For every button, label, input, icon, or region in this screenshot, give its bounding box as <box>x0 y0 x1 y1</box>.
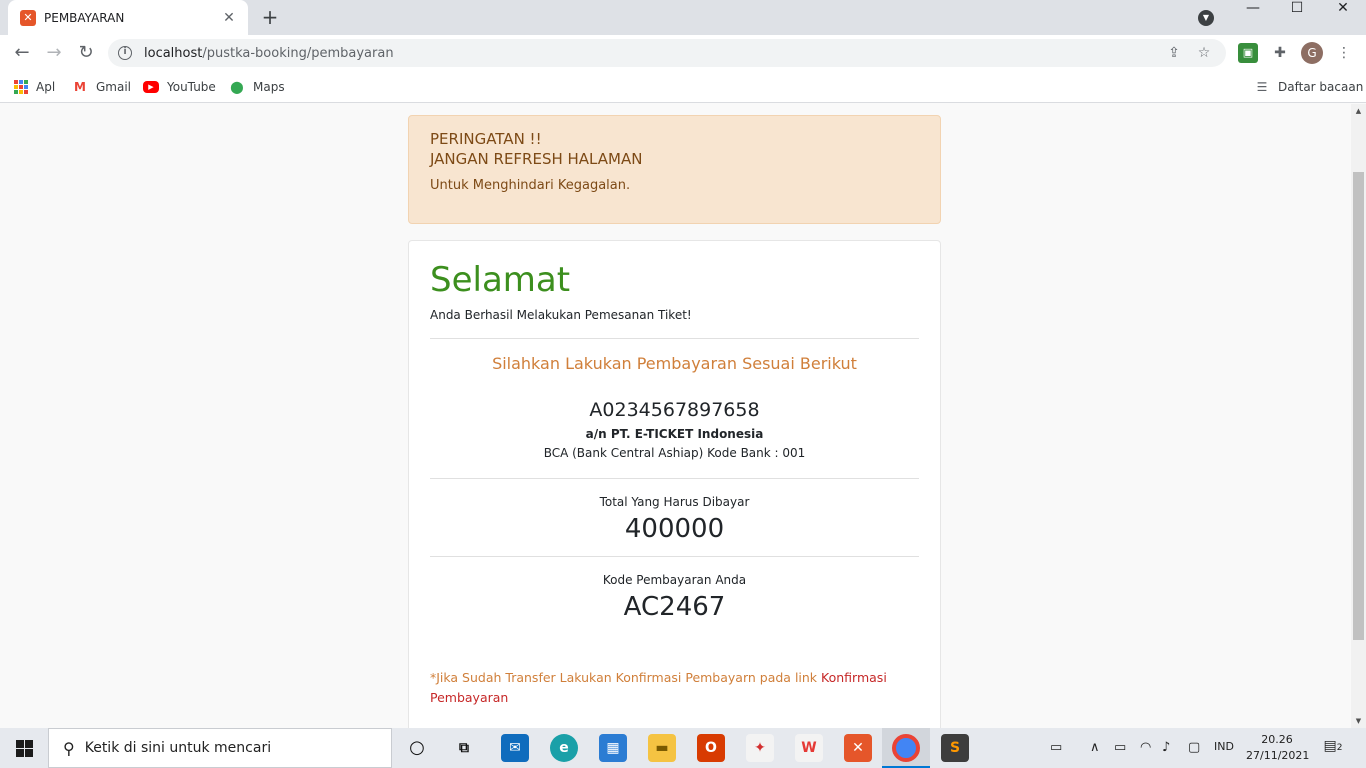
menu-kebab-icon[interactable]: ⋮ <box>1334 43 1354 63</box>
apps-grid-icon <box>14 80 28 94</box>
warning-alert: PERINGATAN !! JANGAN REFRESH HALAMAN Unt… <box>408 115 941 224</box>
minimize-button[interactable]: — <box>1230 0 1276 20</box>
total-label: Total Yang Harus Dibayar <box>599 495 750 509</box>
alert-body: Untuk Menghindari Kegagalan. <box>430 178 631 193</box>
xampp-favicon-icon: ✕ <box>20 9 36 26</box>
payment-heading: Silahkan Lakukan Pembayaran Sesuai Berik… <box>492 354 857 373</box>
bookmark-label: Maps <box>253 80 285 94</box>
bookmark-apps[interactable]: Apl <box>14 78 55 96</box>
edge-icon[interactable]: e <box>550 734 578 762</box>
cortana-icon[interactable]: ○ <box>403 734 431 762</box>
notification-count: 2 <box>1336 743 1343 753</box>
search-icon: ⚲ <box>63 738 75 758</box>
tab-title: PEMBAYARAN <box>44 10 125 25</box>
address-bar[interactable]: i localhost/pustka-booking/pembayaran ⇪ … <box>108 39 1226 67</box>
browser-toolbar: ← → ↻ i localhost/pustka-booking/pembaya… <box>0 35 1366 71</box>
gmail-icon: M <box>74 80 86 94</box>
extension-green-icon[interactable]: ▣ <box>1238 43 1258 63</box>
tab-search-icon[interactable]: ▼ <box>1198 10 1214 26</box>
bookmark-maps[interactable]: ⬤ Maps <box>229 78 285 96</box>
bookmark-gmail[interactable]: M Gmail <box>72 78 131 96</box>
office-icon[interactable]: O <box>697 734 725 762</box>
browser-tab[interactable]: ✕ PEMBAYARAN ✕ <box>8 0 248 35</box>
payment-card: Selamat Anda Berhasil Melakukan Pemesana… <box>408 240 941 728</box>
maps-icon: ⬤ <box>230 80 244 94</box>
show-hidden-icons-icon[interactable]: ∧ <box>1090 740 1100 755</box>
site-info-icon[interactable]: i <box>118 46 132 60</box>
maximize-button[interactable]: ☐ <box>1274 0 1320 20</box>
store-icon[interactable]: ▦ <box>599 734 627 762</box>
alert-title-line2: JANGAN REFRESH HALAMAN <box>430 150 643 168</box>
divider <box>430 478 919 479</box>
url-text[interactable]: localhost/pustka-booking/pembayaran <box>144 46 1156 61</box>
account-number: A0234567897658 <box>589 399 760 421</box>
total-amount: 400000 <box>624 514 725 544</box>
youtube-icon: ▶ <box>143 81 159 93</box>
taskbar-clock[interactable]: 20.26 27/11/2021 <box>1246 732 1310 764</box>
search-placeholder: Ketik di sini untuk mencari <box>84 740 272 756</box>
windows-start-icon[interactable] <box>0 728 48 768</box>
profile-avatar[interactable]: G <box>1301 42 1323 64</box>
chrome-icon[interactable] <box>892 734 920 762</box>
taskbar-view-icon[interactable]: ▭ <box>1050 740 1062 755</box>
footnote-text: *Jika Sudah Transfer Lakukan Konfirmasi … <box>430 670 822 685</box>
back-arrow-icon[interactable]: ← <box>10 41 34 65</box>
divider <box>430 338 919 339</box>
taskbar-search[interactable]: ⚲ Ketik di sini untuk mencari <box>48 728 392 768</box>
close-tab-icon[interactable]: ✕ <box>220 10 238 26</box>
payment-code-label: Kode Pembayaran Anda <box>602 573 747 587</box>
clock-date: 27/11/2021 <box>1246 749 1310 762</box>
reading-list-label: Daftar bacaan <box>1278 80 1364 94</box>
bookmark-label: Gmail <box>96 80 132 94</box>
reload-icon[interactable]: ↻ <box>74 41 98 65</box>
bookmark-label: YouTube <box>167 80 216 94</box>
volume-icon[interactable]: ♪ <box>1162 740 1170 755</box>
wps-icon[interactable]: W <box>795 734 823 762</box>
battery-icon[interactable]: ▭ <box>1114 740 1126 755</box>
new-tab-button[interactable]: + <box>258 5 282 29</box>
payment-code: AC2467 <box>623 592 726 622</box>
bank-info: BCA (Bank Central Ashiap) Kode Bank : 00… <box>543 446 806 460</box>
input-language[interactable]: IND <box>1214 740 1234 753</box>
task-view-icon[interactable]: ⧉ <box>450 734 478 762</box>
share-icon[interactable]: ⇪ <box>1162 45 1186 61</box>
tab-strip: ✕ PEMBAYARAN ✕ + ▼ — ☐ ✕ <box>0 0 1366 35</box>
gift-icon[interactable]: ✦ <box>746 734 774 762</box>
extensions-puzzle-icon[interactable]: ✚ <box>1270 43 1290 63</box>
sublime-text-icon[interactable]: S <box>941 734 969 762</box>
scroll-thumb[interactable] <box>1353 172 1364 640</box>
mail-icon[interactable]: ✉ <box>501 734 529 762</box>
scroll-down-icon[interactable]: ▼ <box>1351 714 1366 728</box>
reading-list-icon: ☰ <box>1256 80 1268 94</box>
card-subtitle: Anda Berhasil Melakukan Pemesanan Tiket! <box>430 308 692 322</box>
bookmark-star-icon[interactable]: ☆ <box>1192 45 1216 61</box>
file-explorer-icon[interactable]: ▬ <box>648 734 676 762</box>
reading-list[interactable]: ☰ Daftar bacaan <box>1254 78 1364 96</box>
notifications-icon[interactable]: ▤2 <box>1322 738 1344 758</box>
close-window-button[interactable]: ✕ <box>1320 0 1366 20</box>
xampp-icon[interactable]: ✕ <box>844 734 872 762</box>
confirmation-note: *Jika Sudah Transfer Lakukan Konfirmasi … <box>430 668 919 708</box>
card-title: Selamat <box>430 260 571 300</box>
scroll-up-icon[interactable]: ▲ <box>1351 104 1366 118</box>
wifi-icon[interactable]: ◠ <box>1140 740 1151 755</box>
divider <box>430 556 919 557</box>
meet-now-icon[interactable]: ▢ <box>1188 740 1200 755</box>
bookmarks-bar: Apl M Gmail ▶ YouTube ⬤ Maps ☰ Daftar ba… <box>0 71 1366 103</box>
windows-taskbar: ⚲ Ketik di sini untuk mencari ○ ⧉ ✉ e ▦ … <box>0 728 1366 768</box>
bookmark-label: Apl <box>36 80 56 94</box>
account-name: a/n PT. E-TICKET Indonesia <box>585 427 764 441</box>
forward-arrow-icon[interactable]: → <box>42 41 66 65</box>
page-viewport: PERINGATAN !! JANGAN REFRESH HALAMAN Unt… <box>0 104 1366 728</box>
page-scrollbar[interactable]: ▲ ▼ <box>1351 104 1366 728</box>
alert-title-line1: PERINGATAN !! <box>430 130 542 148</box>
clock-time: 20.26 <box>1261 733 1293 746</box>
bookmark-youtube[interactable]: ▶ YouTube <box>143 78 216 96</box>
